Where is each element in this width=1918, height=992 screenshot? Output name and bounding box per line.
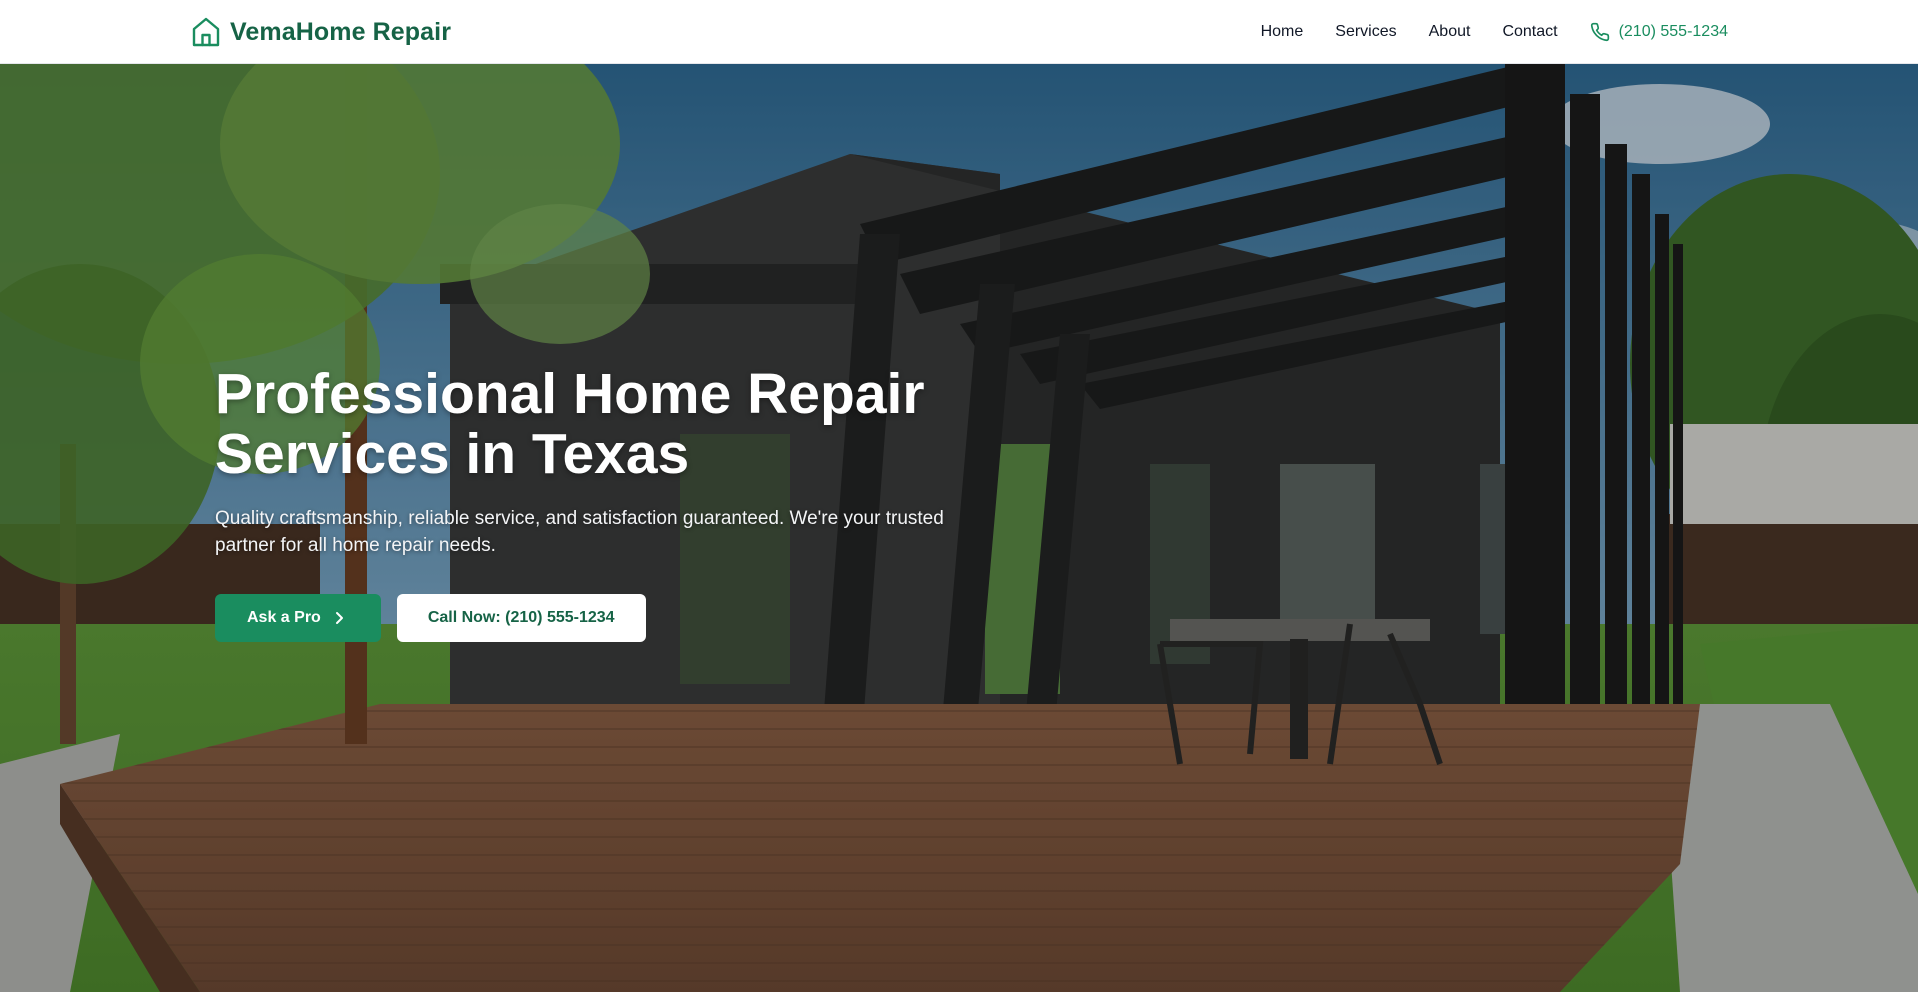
nav-about[interactable]: About: [1429, 23, 1471, 41]
nav-phone-link[interactable]: (210) 555-1234: [1590, 22, 1728, 42]
nav-home[interactable]: Home: [1261, 23, 1304, 41]
main-nav: Home Services About Contact (210) 555-12…: [1261, 20, 1728, 44]
ask-a-pro-button[interactable]: Ask a Pro: [215, 594, 381, 642]
hero-cta-group: Ask a Pro Call Now: (210) 555-1234: [215, 594, 1015, 642]
call-now-button[interactable]: Call Now: (210) 555-1234: [396, 594, 646, 642]
nav-services[interactable]: Services: [1335, 23, 1396, 41]
hero-title: Professional Home Repair Services in Tex…: [215, 364, 975, 484]
nav-contact[interactable]: Contact: [1502, 23, 1557, 41]
nav-phone-number: (210) 555-1234: [1618, 23, 1728, 40]
brand-logo[interactable]: VemaHome Repair: [191, 16, 451, 48]
phone-icon: [1590, 22, 1609, 42]
hero-title-line-1: Professional Home Repair: [215, 362, 925, 426]
hero-subtitle: Quality craftsmanship, reliable service,…: [215, 508, 944, 556]
site-header: VemaHome Repair Home Services About Cont…: [0, 0, 1918, 64]
hero-title-line-2: Services in Texas: [215, 422, 690, 486]
hero-content: Professional Home Repair Services in Tex…: [215, 364, 1015, 642]
house-icon: [192, 17, 220, 47]
chevron-right-icon: [335, 612, 343, 624]
brand-name: VemaHome Repair: [230, 17, 452, 46]
ask-a-pro-label: Ask a Pro: [247, 609, 321, 626]
hero-section: Professional Home Repair Services in Tex…: [0, 64, 1918, 992]
